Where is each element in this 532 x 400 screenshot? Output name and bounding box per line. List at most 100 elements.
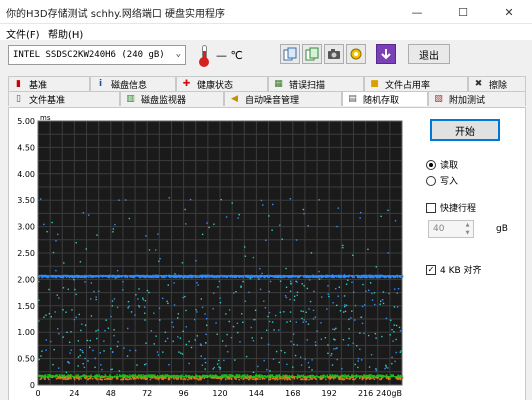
tab-erase[interactable]: ✖ 擦除 <box>468 76 526 91</box>
access-time-chart: 5.00 4.50 4.00 3.50 3.00 2.50 2.00 1.50 1.00 0.50… <box>17 114 404 398</box>
scatter-point <box>258 278 260 280</box>
band-point <box>180 378 182 380</box>
scatter-point <box>399 351 401 353</box>
scatter-point <box>303 213 305 215</box>
scatter-point <box>164 340 167 343</box>
scatter-point <box>129 349 131 352</box>
tab-extra-tests[interactable]: ▧ 附加测试 <box>428 91 526 106</box>
tab-health[interactable]: ✚ 健康状态 <box>176 76 268 91</box>
scatter-point <box>285 296 288 299</box>
scatter-point <box>97 290 100 293</box>
minimize-button[interactable]: — <box>394 0 440 24</box>
exit-button[interactable]: 退出 <box>408 44 450 64</box>
scatter-point <box>394 360 396 363</box>
band-point <box>372 377 375 379</box>
scatter-point <box>300 310 302 312</box>
scatter-point <box>241 313 243 315</box>
scatter-point <box>289 298 291 301</box>
scatter-point <box>351 281 353 283</box>
scatter-point <box>62 287 65 289</box>
options-button[interactable] <box>346 44 366 64</box>
scatter-point <box>219 367 222 369</box>
copy-button[interactable] <box>280 44 300 64</box>
screenshot-button[interactable] <box>324 44 344 64</box>
tab-noise-management[interactable]: ◀ 自动噪音管理 <box>224 91 342 106</box>
scatter-point <box>159 319 161 321</box>
scatter-point <box>307 323 310 325</box>
scatter-point <box>185 326 187 328</box>
band-point <box>242 276 245 278</box>
radio-read[interactable]: 读取 <box>426 158 458 171</box>
scatter-point <box>218 366 220 368</box>
band-point <box>239 374 241 376</box>
band-point <box>195 377 198 380</box>
menu-help[interactable]: 帮助(H) <box>48 26 83 41</box>
scatter-point <box>327 293 329 295</box>
scatter-point <box>278 361 280 364</box>
fast-stroke-checkbox[interactable]: 快捷行程 <box>426 201 476 214</box>
scatter-point <box>130 311 133 313</box>
tab-file-usage[interactable]: ■ 文件占用率 <box>364 76 468 91</box>
tab-error-scan[interactable]: ▦ 错误扫描 <box>268 76 364 91</box>
scatter-point <box>40 355 42 357</box>
scatter-point <box>66 331 68 334</box>
tab-disk-info[interactable]: i 磁盘信息 <box>90 76 176 91</box>
scatter-point <box>143 363 146 366</box>
x-tick-label: 0 <box>35 389 40 398</box>
scatter-point <box>46 230 48 233</box>
scatter-point <box>95 296 97 298</box>
menu-file[interactable]: 文件(F) <box>6 26 40 41</box>
download-button[interactable] <box>376 44 396 64</box>
scatter-point <box>112 231 114 233</box>
scatter-point <box>96 234 98 236</box>
band-point <box>313 377 315 379</box>
band-point <box>201 376 203 379</box>
stroke-size-input[interactable]: 40 ▲ ▼ <box>428 220 474 238</box>
scatter-point <box>293 299 296 301</box>
band-point <box>195 276 198 278</box>
drive-select[interactable]: INTEL SSDSC2KW240H6 (240 gB) ⌄ <box>8 45 186 65</box>
scatter-point <box>127 307 129 309</box>
band-point <box>236 374 238 376</box>
scatter-point <box>193 318 196 321</box>
band-point <box>203 377 205 379</box>
scatter-point <box>116 269 119 272</box>
band-point <box>278 378 280 380</box>
scatter-point <box>252 340 255 342</box>
band-point <box>48 378 50 381</box>
band-point <box>78 378 80 381</box>
scatter-point <box>206 324 208 327</box>
band-point <box>44 376 46 379</box>
close-button[interactable]: ✕ <box>486 0 532 24</box>
band-point <box>287 377 290 379</box>
scatter-point <box>301 283 303 285</box>
scatter-point <box>397 288 400 290</box>
scatter-point <box>266 368 268 371</box>
band-point <box>204 276 206 278</box>
align-4kb-checkbox[interactable]: ✓ 4 KB 对齐 <box>426 263 482 276</box>
tab-benchmark[interactable]: ▮ 基准 <box>8 76 90 91</box>
band-point <box>253 377 256 379</box>
tab-file-benchmark[interactable]: ▯ 文件基准 <box>8 91 120 106</box>
scatter-point <box>320 338 323 340</box>
copy-all-button[interactable] <box>302 44 322 64</box>
copy-all-icon <box>305 47 319 61</box>
scatter-point <box>232 325 235 328</box>
scatter-point <box>45 349 47 351</box>
tab-disk-monitor[interactable]: ▥ 磁盘监视器 <box>120 91 224 106</box>
scatter-point <box>311 369 313 371</box>
start-button[interactable]: 开始 <box>430 119 500 141</box>
band-point <box>256 378 259 380</box>
scatter-point <box>254 318 256 321</box>
scatter-point <box>226 333 228 336</box>
spin-arrows-icon[interactable]: ▲ ▼ <box>463 222 472 236</box>
band-point <box>125 378 128 380</box>
radio-write[interactable]: 写入 <box>426 174 458 187</box>
maximize-button[interactable]: ☐ <box>440 0 486 24</box>
scatter-point <box>43 223 45 226</box>
thermometer-icon <box>198 45 210 67</box>
scatter-point <box>219 301 222 304</box>
band-point <box>82 374 85 376</box>
tab-random-access[interactable]: ▤ 随机存取 <box>342 91 428 106</box>
scatter-point <box>347 279 349 281</box>
